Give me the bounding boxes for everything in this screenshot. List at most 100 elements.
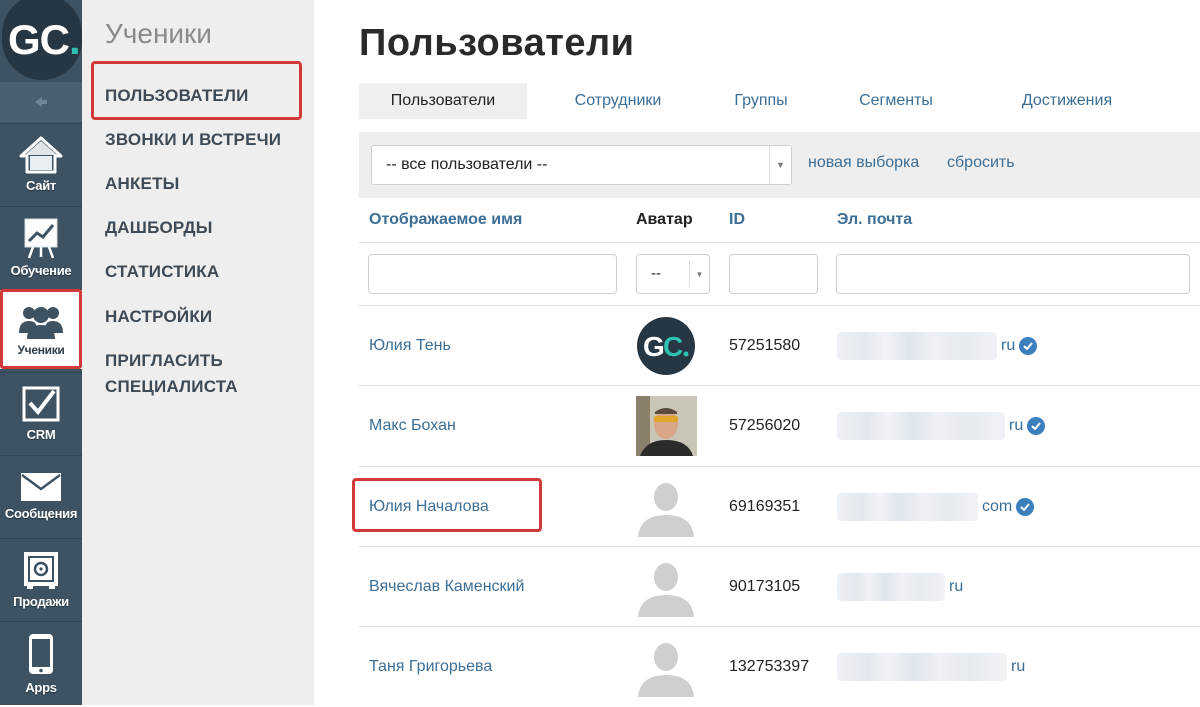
user-id: 57256020 (729, 417, 801, 434)
user-photo-icon (636, 396, 697, 456)
email-domain: ru (1009, 417, 1024, 434)
user-placeholder-icon (638, 563, 694, 617)
safe-icon (24, 552, 58, 589)
collapse-button[interactable] (0, 82, 82, 122)
user-email: ru (837, 386, 1046, 466)
email-blurred (837, 332, 997, 360)
tab-bar: Пользователи Сотрудники Группы Сегменты … (359, 83, 1200, 119)
menu-item-calls[interactable]: ЗВОНКИ И ВСТРЕЧИ (105, 127, 281, 153)
user-name-link[interactable]: Вячеслав Каменский (369, 547, 524, 627)
name-filter-input[interactable] (368, 254, 617, 294)
avatar-filter-select[interactable]: -- ▼ (636, 254, 710, 294)
home-icon (19, 136, 63, 174)
user-placeholder-icon (638, 643, 694, 697)
phone-icon (29, 634, 53, 674)
gc-logo-avatar-icon: G C (637, 317, 695, 375)
user-placeholder-icon (638, 483, 694, 537)
envelope-icon (21, 473, 61, 501)
user-email: ru (837, 306, 1038, 386)
user-email: ru (837, 547, 963, 627)
logo-text: GC. (8, 16, 81, 64)
menu-item-invite-line2[interactable]: СПЕЦИАЛИСТА (105, 374, 238, 400)
verified-check-icon (1019, 337, 1038, 355)
email-blurred (837, 412, 1005, 440)
rail-item-label: Сообщения (4, 506, 78, 521)
column-header-avatar: Аватар (636, 211, 693, 228)
reset-link[interactable]: сбросить (947, 154, 1015, 172)
user-id: 57251580 (729, 337, 801, 354)
email-domain: ru (1011, 658, 1026, 675)
rail-item-label: Apps (25, 680, 57, 695)
email-domain: com (982, 498, 1013, 515)
chevron-down-icon: ▼ (769, 146, 791, 184)
user-email: ru (837, 627, 1025, 707)
menu-item-settings[interactable]: НАСТРОЙКИ (105, 304, 212, 330)
email-blurred (837, 573, 945, 601)
menu-item-forms[interactable]: АНКЕТЫ (105, 171, 180, 197)
rail-item-label: Обучение (10, 263, 72, 278)
user-name-link[interactable]: Юлия Тень (369, 306, 451, 386)
tab-staff[interactable]: Сотрудники (543, 83, 693, 119)
logo-letters: GC (8, 16, 70, 63)
checkbox-icon (22, 386, 60, 422)
logo-dot: . (69, 16, 81, 63)
email-filter-input[interactable] (836, 254, 1190, 294)
menu-title: Ученики (105, 18, 212, 49)
user-id: 132753397 (729, 658, 810, 675)
avatar (636, 396, 697, 456)
rail-item-site[interactable]: Сайт (0, 123, 82, 205)
chart-icon (24, 218, 58, 259)
tab-segments[interactable]: Сегменты (833, 83, 959, 119)
column-header-name[interactable]: Отображаемое имя (369, 211, 522, 229)
rail-item-label: Продажи (13, 594, 69, 609)
rail-item-learning[interactable]: Обучение (0, 206, 82, 288)
table-row[interactable]: Вячеслав Каменский 90173105 ru (359, 546, 1200, 626)
user-name-link[interactable]: Макс Бохан (369, 386, 456, 466)
table-row[interactable]: Юлия Тень G C 57251580 ru (359, 305, 1200, 385)
avatar (636, 477, 697, 537)
segment-select-value: -- все пользователи -- (386, 156, 548, 173)
user-name-link[interactable]: Таня Григорьева (369, 627, 492, 707)
table-row[interactable]: Таня Григорьева 132753397 ru (359, 626, 1200, 706)
avatar (636, 637, 697, 697)
column-header-id[interactable]: ID (729, 211, 745, 229)
segment-select[interactable]: -- все пользователи -- ▼ (371, 145, 792, 185)
rail-item-sales[interactable]: Продажи (0, 538, 82, 620)
highlight-box-rail (0, 289, 82, 369)
verified-check-icon (1027, 417, 1046, 435)
logo[interactable]: GC. (0, 0, 82, 82)
avatar: G C (636, 316, 697, 376)
chevron-down-icon: ▼ (689, 261, 709, 287)
rail-item-label: Сайт (26, 178, 56, 193)
menu-item-invite[interactable]: ПРИГЛАСИТЬ (105, 348, 223, 374)
menu-item-dashboards[interactable]: ДАШБОРДЫ (105, 215, 213, 241)
verified-check-icon (1016, 498, 1035, 516)
email-domain: ru (949, 578, 964, 595)
rail-item-apps[interactable]: Apps (0, 621, 82, 705)
svg-text:C: C (663, 331, 683, 362)
menu-item-statistics[interactable]: СТАТИСТИКА (105, 259, 219, 285)
email-blurred (837, 653, 1007, 681)
collapse-arrow-icon (35, 97, 47, 107)
id-filter-input[interactable] (729, 254, 818, 294)
rail-item-crm[interactable]: CRM (0, 372, 82, 454)
page-title: Пользователи (359, 22, 635, 64)
column-header-email[interactable]: Эл. почта (837, 211, 912, 229)
highlight-box-menu (91, 61, 302, 120)
email-domain: ru (1001, 337, 1016, 354)
avatar (636, 557, 697, 617)
user-id: 69169351 (729, 498, 801, 515)
new-selection-link[interactable]: новая выборка (808, 154, 919, 172)
tab-groups[interactable]: Группы (709, 83, 813, 119)
user-id: 90173105 (729, 578, 801, 595)
header-divider (359, 242, 1200, 243)
rail-item-label: CRM (26, 427, 56, 442)
rail-item-messages[interactable]: Сообщения (0, 455, 82, 537)
tab-achievements[interactable]: Достижения (987, 83, 1147, 119)
table-row[interactable]: Макс Бохан 57256020 ru (359, 385, 1200, 465)
highlight-box-row (352, 478, 542, 532)
avatar-filter-value: -- (651, 265, 661, 282)
filter-bar: -- все пользователи -- ▼ новая выборка с… (359, 132, 1200, 198)
tab-users[interactable]: Пользователи (359, 83, 527, 119)
email-blurred (837, 493, 978, 521)
